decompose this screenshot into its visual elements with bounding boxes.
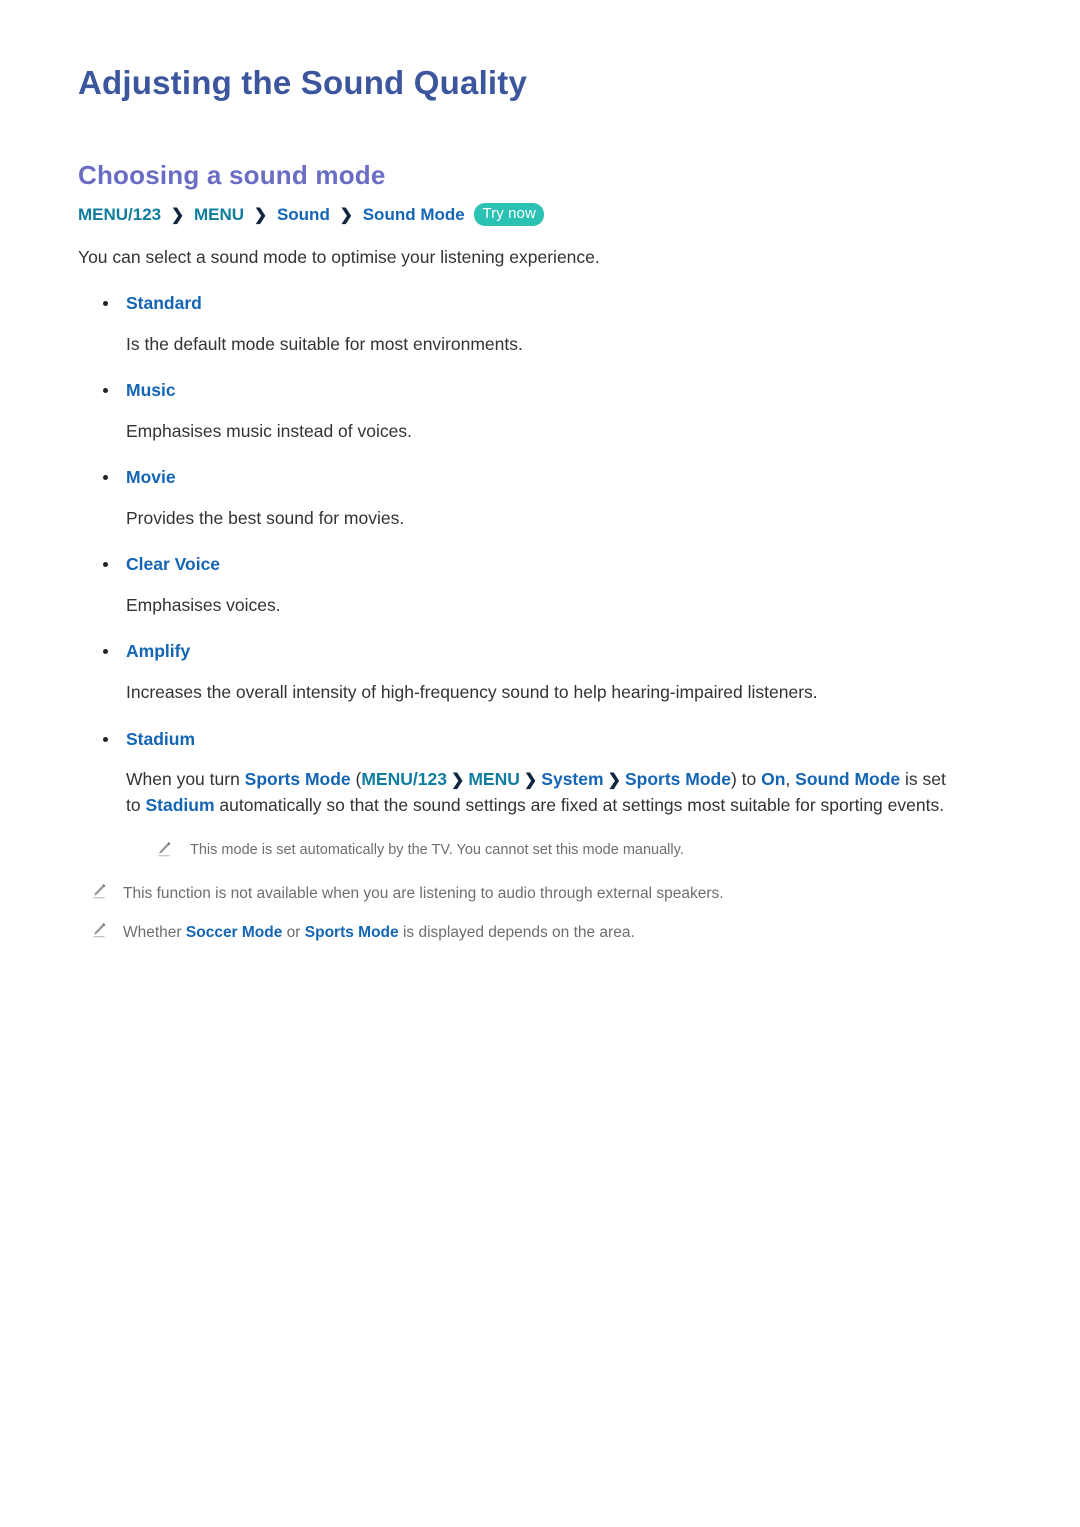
note-item: This function is not available when you … [78,882,1002,905]
list-item: Clear Voice Emphasises voices. [78,553,1002,618]
try-now-badge[interactable]: Try now [474,203,544,226]
note-text: This function is not available when you … [123,884,724,902]
link-sports-mode[interactable]: Sports Mode [245,769,351,789]
sound-mode-list: Standard Is the default mode suitable fo… [78,292,1002,818]
mode-term-label: Movie [126,467,176,488]
text-fragment: automatically so that the sound settings… [214,794,945,815]
chevron-right-icon: ❯ [253,207,268,225]
section-heading: Choosing a sound mode [78,159,386,190]
chevron-right-icon: ❯ [170,207,185,225]
bullet-icon [103,475,108,481]
bullet-icon [103,736,108,742]
link-menu[interactable]: MENU [468,769,520,789]
chevron-right-icon: ❯ [450,772,465,790]
mode-description: Emphasises voices. [126,595,281,616]
mode-term-standard: Standard [78,292,1002,315]
value-stadium: Stadium [145,794,215,815]
page-title: Adjusting the Sound Quality [78,64,528,101]
mode-description: Provides the best sound for movies. [126,507,405,528]
mode-term-label: Amplify [126,641,191,662]
list-item: Standard Is the default mode suitable fo… [78,292,1002,357]
bullet-icon [103,388,108,394]
mode-term-movie: Movie [78,466,1002,489]
link-sports-mode-3[interactable]: Sports Mode [305,924,399,941]
breadcrumb-item-sound[interactable]: Sound [277,205,330,224]
chevron-right-icon: ❯ [607,772,621,790]
mode-description: Emphasises music instead of voices. [126,420,412,441]
list-item: Music Emphasises music instead of voices… [78,379,1002,444]
notes-section: This mode is set automatically by the TV… [78,840,1002,944]
pencil-icon [93,923,106,938]
mode-term-stadium: Stadium [78,728,1002,751]
text-fragment: ) to [730,769,762,790]
bullet-icon [103,562,108,568]
breadcrumb: MENU/123 ❯ MENU ❯ Sound ❯ Sound Mode Try… [78,203,1002,228]
breadcrumb-item-sound-mode[interactable]: Sound Mode [363,205,465,224]
mode-term-label: Standard [126,292,202,313]
link-sound-mode[interactable]: Sound Mode [795,769,900,789]
list-item: Movie Provides the best sound for movies… [78,466,1002,531]
note-item: Whether Soccer Mode or Sports Mode is di… [78,921,1002,944]
text-fragment: , [785,769,796,790]
chevron-right-icon: ❯ [523,772,538,790]
breadcrumb-item-menu[interactable]: MENU [194,205,244,224]
pencil-icon [93,883,106,899]
list-item: Stadium When you turn Sports Mode (MENU/… [78,728,1002,819]
value-on: On [761,769,786,790]
text-fragment: is displayed depends on the area. [398,924,635,942]
mode-description: Increases the overall intensity of high-… [126,682,818,703]
text-fragment: Whether [123,924,186,942]
bullet-icon [103,300,108,306]
text-fragment: or [282,924,305,942]
mode-term-amplify: Amplify [78,640,1002,663]
link-system[interactable]: System [541,769,603,789]
text-fragment: ( [350,769,362,790]
text-fragment: When you turn [126,769,245,790]
list-item: Amplify Increases the overall intensity … [78,640,1002,705]
intro-paragraph: You can select a sound mode to optimise … [78,246,600,267]
breadcrumb-item-menu123[interactable]: MENU/123 [78,205,161,224]
link-sports-mode-2[interactable]: Sports Mode [625,769,731,789]
link-menu123[interactable]: MENU/123 [361,769,447,789]
chevron-right-icon: ❯ [339,207,353,225]
mode-term-clear-voice: Clear Voice [78,553,1002,576]
link-soccer-mode[interactable]: Soccer Mode [186,924,282,941]
note-item: This mode is set automatically by the TV… [78,840,1002,862]
mode-term-label: Music [126,380,176,401]
pencil-icon [158,842,171,857]
mode-description: Is the default mode suitable for most en… [126,333,523,354]
note-text: This mode is set automatically by the TV… [190,842,684,859]
stadium-description: When you turn Sports Mode (MENU/123 ❯ MENU… [78,767,1002,818]
mode-term-label: Stadium [126,728,196,749]
document-page: Adjusting the Sound Quality Choosing a s… [0,0,1080,1527]
mode-term-label: Clear Voice [126,554,221,575]
mode-term-music: Music [78,379,1002,402]
bullet-icon [103,649,108,655]
